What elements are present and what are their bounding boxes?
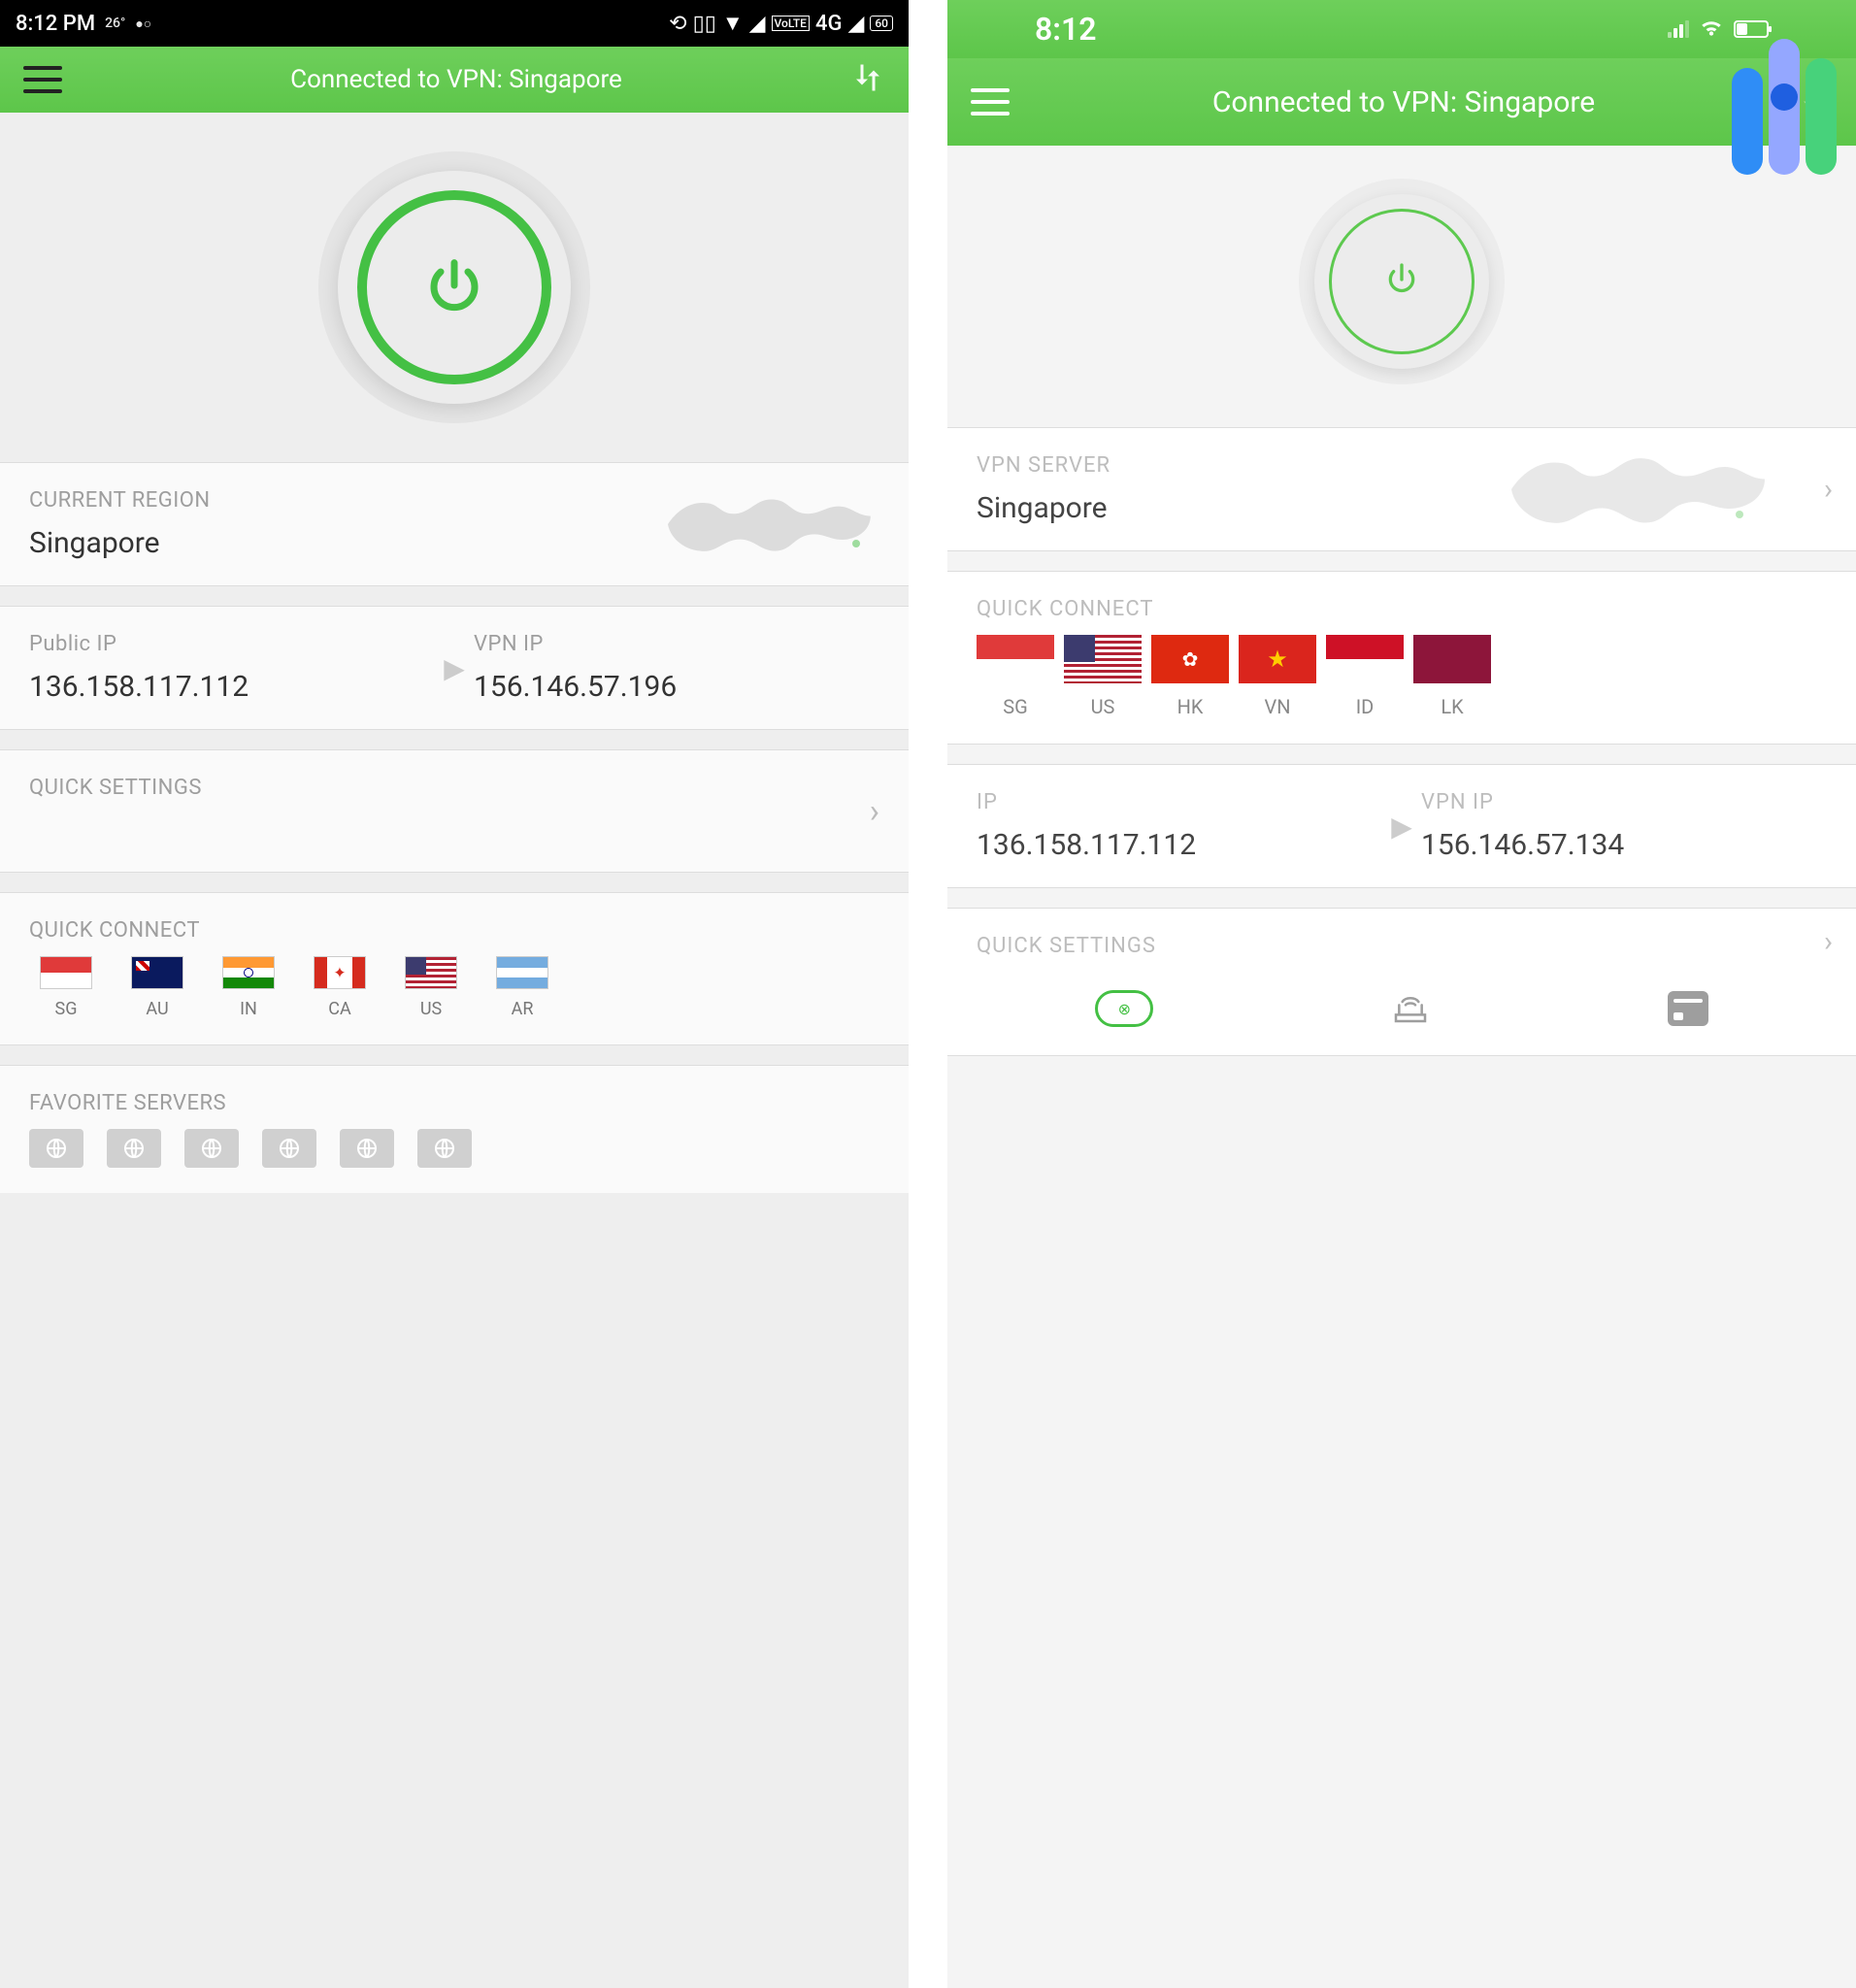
world-map-icon	[656, 476, 889, 573]
vpn-ip-label: VPN IP	[474, 632, 879, 656]
vpn-server-section[interactable]: VPN SERVER Singapore ›	[947, 427, 1856, 551]
android-status-bar: 8:12 PM 26° ●○ ⟲▯▯▼◢VoLTE4G◢60	[0, 0, 909, 47]
quick-settings-label: QUICK SETTINGS	[977, 934, 1827, 958]
chevron-right-icon: ›	[870, 792, 879, 831]
favorite-slot[interactable]	[184, 1129, 239, 1168]
vpn-ip-value: 156.146.57.134	[1421, 828, 1827, 862]
ip-arrow-icon: ▶	[435, 652, 474, 684]
quick-settings-section[interactable]: QUICK SETTINGS ›	[0, 749, 909, 873]
card-icon[interactable]	[1668, 991, 1708, 1026]
favorite-slot[interactable]	[417, 1129, 472, 1168]
quick-connect-lk[interactable]: LK	[1413, 635, 1491, 718]
status-temp: 26°	[105, 16, 125, 31]
chevron-right-icon: ›	[1824, 473, 1833, 507]
quick-connect-sg[interactable]: SG	[977, 635, 1054, 718]
wifi-icon	[1699, 11, 1724, 48]
quick-connect-vn[interactable]: VN	[1239, 635, 1316, 718]
menu-button[interactable]	[971, 88, 1010, 116]
power-toggle-button[interactable]	[1314, 194, 1489, 369]
ios-screenshot: 8:12 Connected to VPN: Singapore VPN SER…	[947, 0, 1856, 1988]
app-header: Connected to VPN: Singapore	[947, 58, 1856, 146]
vpn-ip-label: VPN IP	[1421, 790, 1827, 814]
android-screenshot: 8:12 PM 26° ●○ ⟲▯▯▼◢VoLTE4G◢60 Connected…	[0, 0, 909, 1988]
favorite-label: FAVORITE SERVERS	[29, 1091, 879, 1115]
favorite-slot[interactable]	[262, 1129, 316, 1168]
power-icon	[420, 251, 488, 323]
quick-connect-section: QUICK CONNECT SG US HK VN ID LK	[947, 571, 1856, 745]
quick-connect-us[interactable]: US	[394, 956, 468, 1019]
ip-value: 136.158.117.112	[977, 828, 1382, 862]
quick-connect-ca[interactable]: ✦CA	[303, 956, 377, 1019]
world-map-icon	[1497, 431, 1788, 547]
router-icon[interactable]	[1391, 987, 1430, 1030]
ios-status-bar: 8:12	[947, 0, 1856, 58]
favorite-slot[interactable]	[29, 1129, 83, 1168]
ip-section: Public IP 136.158.117.112 ▶ VPN IP 156.1…	[0, 606, 909, 730]
quick-connect-au[interactable]: AU	[120, 956, 194, 1019]
quick-settings-section[interactable]: QUICK SETTINGS › ⊗	[947, 908, 1856, 1056]
status-extra-icons: ●○	[135, 16, 151, 32]
header-title: Connected to VPN: Singapore	[1212, 85, 1595, 119]
quick-settings-label: QUICK SETTINGS	[29, 776, 879, 800]
quick-connect-us[interactable]: US	[1064, 635, 1142, 718]
quick-connect-ar[interactable]: AR	[485, 956, 559, 1019]
status-time: 8:12	[1035, 11, 1097, 48]
chevron-right-icon: ›	[1824, 925, 1833, 959]
quick-connect-section: QUICK CONNECT SG AU IN ✦CA US AR	[0, 892, 909, 1045]
signal-icon	[1668, 20, 1689, 38]
ip-arrow-icon: ▶	[1382, 811, 1421, 843]
quick-connect-id[interactable]: ID	[1326, 635, 1404, 718]
favorite-servers-section: FAVORITE SERVERS	[0, 1065, 909, 1193]
status-right-icons: ⟲▯▯▼◢VoLTE4G◢60	[669, 11, 893, 36]
kill-switch-toggle[interactable]: ⊗	[1095, 990, 1153, 1027]
favorite-slot[interactable]	[107, 1129, 161, 1168]
quick-connect-in[interactable]: IN	[212, 956, 285, 1019]
current-region-section[interactable]: CURRENT REGION Singapore	[0, 462, 909, 586]
power-icon	[1377, 255, 1426, 308]
quick-connect-label: QUICK CONNECT	[29, 918, 879, 943]
network-swap-icon[interactable]	[850, 60, 885, 99]
header-title: Connected to VPN: Singapore	[290, 65, 622, 94]
app-header: Connected to VPN: Singapore	[0, 47, 909, 113]
vpn-ip-value: 156.146.57.196	[474, 670, 879, 704]
status-time: 8:12 PM	[16, 12, 95, 36]
quick-connect-sg[interactable]: SG	[29, 956, 103, 1019]
ip-label: IP	[977, 790, 1382, 814]
ip-section: IP 136.158.117.112 ▶ VPN IP 156.146.57.1…	[947, 764, 1856, 888]
quick-connect-hk[interactable]: HK	[1151, 635, 1229, 718]
public-ip-label: Public IP	[29, 632, 435, 656]
power-toggle-button[interactable]	[338, 171, 571, 404]
public-ip-value: 136.158.117.112	[29, 670, 435, 704]
overlay-decoration	[1732, 39, 1837, 175]
quick-connect-label: QUICK CONNECT	[977, 597, 1827, 621]
favorite-slot[interactable]	[340, 1129, 394, 1168]
battery-icon	[1734, 20, 1769, 38]
menu-button[interactable]	[23, 66, 62, 93]
